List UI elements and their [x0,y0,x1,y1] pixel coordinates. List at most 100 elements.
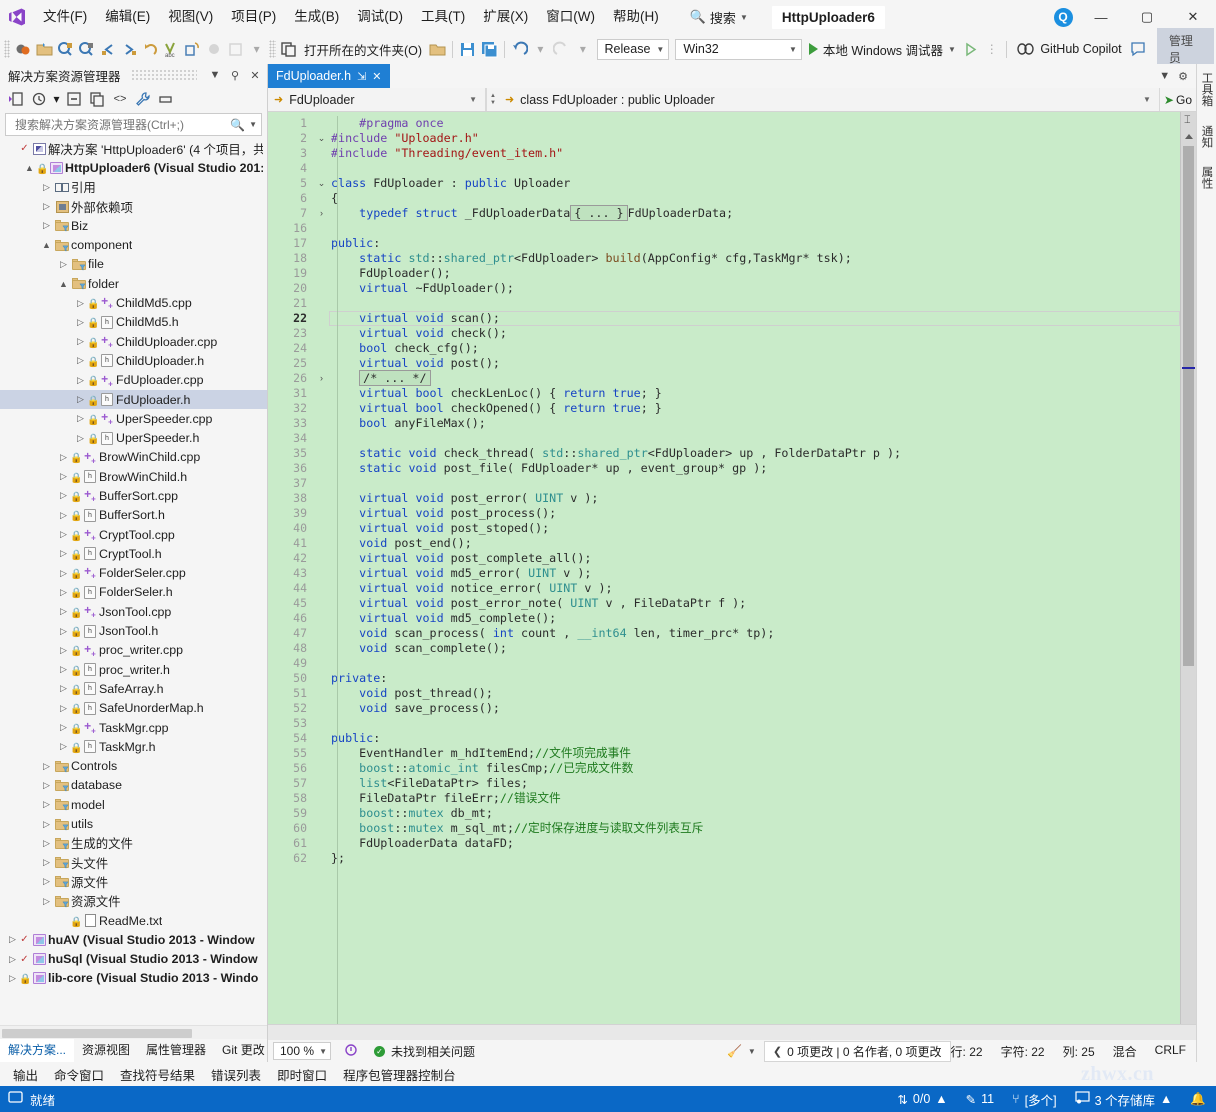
scrollbar-thumb[interactable] [1183,146,1194,666]
tree-item[interactable]: ▲component [0,235,267,254]
gear-icon[interactable]: ⚙ [1178,70,1188,83]
solution-explorer-bottom-tabs[interactable]: 解决方案...资源视图属性管理器Git 更改 [0,1039,267,1062]
preview-selected-items-icon[interactable] [155,89,177,110]
line-ending-indicator[interactable]: CRLF [1155,1043,1186,1060]
code-cleanup-button[interactable]: 🧹 ▼ [719,1044,764,1058]
document-tab-fduploader-h[interactable]: FdUploader.h ⇲ ✕ [268,64,390,88]
toolbar-grip[interactable] [4,40,10,58]
menu-window[interactable]: 窗口(W) [537,4,604,30]
fold-toggle-icon[interactable]: ⌄ [314,131,329,146]
btab-package-manager-console[interactable]: 程序包管理器控制台 [336,1062,463,1087]
code-line[interactable]: { [329,191,1180,206]
tree-item[interactable]: ▷🔒hSafeUnorderMap.h [0,699,267,718]
expander-expand-icon[interactable]: ▷ [74,394,87,405]
expander-expand-icon[interactable]: ▷ [74,375,87,386]
code-line[interactable]: }; [329,851,1180,866]
expander-expand-icon[interactable]: ▷ [40,780,53,791]
code-line[interactable]: void scan_process( int count , __int64 l… [329,626,1180,641]
code-line[interactable] [329,431,1180,446]
switch-views-icon[interactable] [5,89,27,110]
vtab-properties[interactable]: 属性 [1197,162,1216,193]
tree-item[interactable]: ▷Controls [0,757,267,776]
toolbar-grip-2[interactable] [269,40,275,58]
branch-indicator[interactable]: ⑂ [多个] [1012,1090,1056,1109]
properties-wrench-icon[interactable] [132,89,154,110]
code-line[interactable]: bool anyFileMax(); [329,416,1180,431]
tree-item[interactable]: 🔒ReadMe.txt [0,911,267,930]
code-line[interactable]: FdUploaderData dataFD; [329,836,1180,851]
expander-expand-icon[interactable]: ▷ [57,471,70,482]
chevron-down-icon[interactable]: ▼ [1159,70,1170,82]
code-line[interactable]: public: [329,236,1180,251]
code-line[interactable]: typedef struct _FdUploaderData{ ... }FdU… [329,206,1180,221]
expander-expand-icon[interactable]: ▷ [57,645,70,656]
tree-item[interactable]: ▷🔒hFdUploader.h [0,390,267,409]
expander-expand-icon[interactable]: ▷ [74,413,87,424]
account-avatar[interactable]: Q [1048,8,1078,27]
code-line[interactable] [329,221,1180,236]
tree-item[interactable]: ▷🔒hJsonTool.h [0,621,267,640]
expander-expand-icon[interactable]: ▷ [6,954,19,965]
pending-changes-count[interactable]: ✎ 11 [966,1092,994,1107]
sync-with-active-document-icon[interactable] [86,89,108,110]
tree-item[interactable]: ▷🔒++UperSpeeder.cpp [0,409,267,428]
tree-item[interactable]: ▷🔒++proc_writer.cpp [0,641,267,660]
tree-item[interactable]: ▷🔒++ChildMd5.cpp [0,293,267,312]
more-run-options-icon[interactable]: ⋮ [981,38,1002,61]
navbar-type-combo[interactable]: ➜ FdUploader ▼ [268,88,486,111]
se-tab-solution[interactable]: 解决方案... [0,1036,74,1062]
expander-expand-icon[interactable]: ▷ [40,838,53,849]
expander-expand-icon[interactable]: ▷ [57,568,70,579]
outlining-margin[interactable]: ⌄⌄›› [314,112,329,1024]
save-all-icon[interactable] [478,38,499,61]
expander-expand-icon[interactable]: ▷ [57,259,70,270]
code-line[interactable]: boost::atomic_int filesCmp;//已完成文件数 [329,761,1180,776]
expander-expand-icon[interactable]: ▷ [40,799,53,810]
tree-item[interactable]: ▷file [0,255,267,274]
editor-horizontal-scrollbar[interactable] [268,1024,1196,1040]
expander-expand-icon[interactable]: ▷ [6,973,19,984]
code-line[interactable]: /* ... */ [329,371,1180,386]
code-line[interactable]: void save_process(); [329,701,1180,716]
code-line[interactable]: #include "Uploader.h" [329,131,1180,146]
issues-indicator[interactable]: 未找到相关问题 [366,1043,483,1060]
outgoing-incoming-commits[interactable]: ⇅ 0/0 ▲ [897,1092,947,1107]
menu-view[interactable]: 视图(V) [159,4,222,30]
start-without-debugging-icon[interactable] [960,38,981,61]
chevron-down-icon[interactable]: ▼ [207,69,223,81]
code-line[interactable]: virtual ~FdUploader(); [329,281,1180,296]
code-line[interactable]: virtual void notice_error( UINT v ); [329,581,1180,596]
tree-item[interactable]: ▷🔒hUperSpeeder.h [0,428,267,447]
pin-icon[interactable]: ⚲ [227,69,243,82]
scroll-up-arrow-icon[interactable] [1185,134,1193,139]
tree-item[interactable]: ▷🔒hBufferSort.h [0,506,267,525]
redo-dropdown-icon[interactable]: ▾ [572,38,593,61]
intellisense-indicator[interactable] [336,1043,366,1060]
tree-item[interactable]: ▲🔒HttpUploader6 (Visual Studio 201: [0,158,267,177]
menu-build[interactable]: 生成(B) [285,4,348,30]
minimize-button[interactable]: — [1078,0,1124,34]
editor-vertical-scrollbar[interactable]: ⌶ [1180,112,1196,1024]
solution-tree-hscrollbar[interactable] [0,1025,267,1039]
code-line[interactable]: FdUploader(); [329,266,1180,281]
expander-expand-icon[interactable]: ▷ [57,606,70,617]
code-line[interactable]: virtual bool checkOpened() { return true… [329,401,1180,416]
repository-selector[interactable]: 3 个存储库 ▲ [1075,1090,1173,1109]
menu-debug[interactable]: 调试(D) [348,4,412,30]
menu-edit[interactable]: 编辑(E) [96,4,159,30]
expander-expand-icon[interactable]: ▷ [57,664,70,675]
solution-tree[interactable]: ✓解决方案 'HttpUploader6' (4 个项目，共▲🔒HttpUplo… [0,139,267,1025]
solution-search-box[interactable]: 🔍 ▼ [5,113,262,136]
tree-item[interactable]: ▷Biz [0,216,267,235]
tree-item[interactable]: ▷🔒hproc_writer.h [0,660,267,679]
expander-expand-icon[interactable]: ▷ [57,741,70,752]
back-arrow-icon[interactable] [97,38,118,61]
se-tab-property-manager[interactable]: 属性管理器 [138,1038,214,1062]
tree-item[interactable]: ▷✓huAV (Visual Studio 2013 - Window [0,930,267,949]
expander-expand-icon[interactable]: ▷ [57,490,70,501]
code-line[interactable]: public: [329,731,1180,746]
code-line[interactable]: virtual void post_complete_all(); [329,551,1180,566]
search-icon[interactable]: 🔍 [230,118,245,132]
navbar-spinner[interactable]: ▲▼ [486,88,499,111]
spell-check-icon[interactable]: abc [161,38,182,61]
